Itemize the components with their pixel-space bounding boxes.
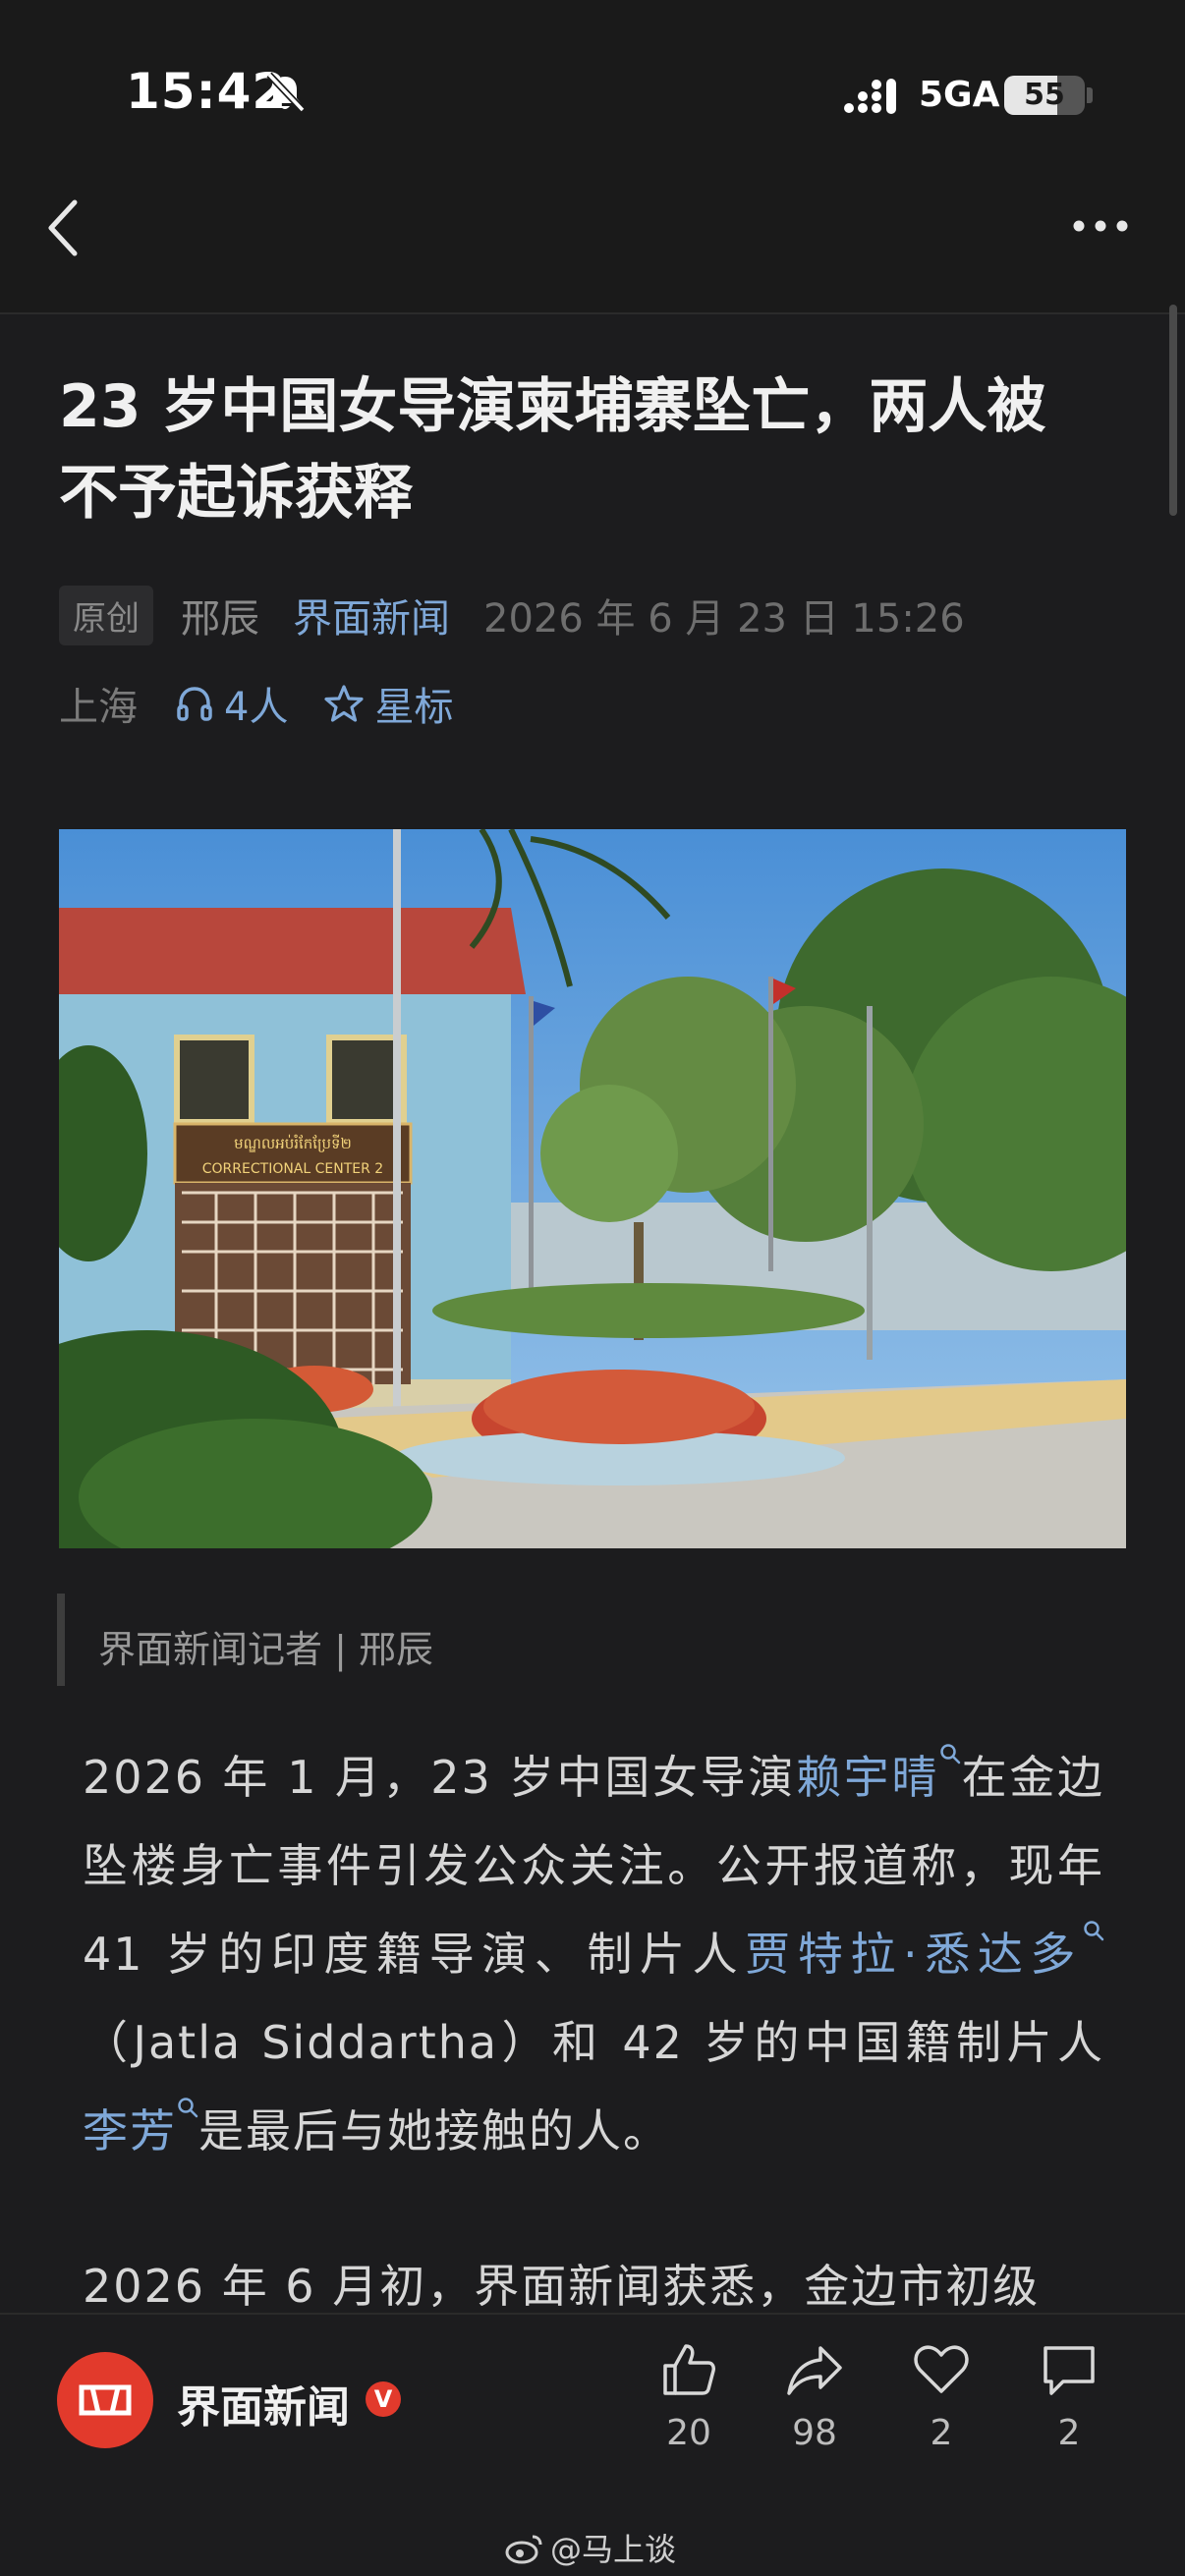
- signal-icon: [844, 79, 896, 114]
- publisher-logo[interactable]: [57, 2352, 153, 2448]
- back-icon[interactable]: [43, 196, 83, 259]
- heart-icon: [914, 2345, 969, 2393]
- battery-tip: [1087, 87, 1093, 103]
- favorite-count: 2: [930, 2413, 953, 2453]
- thumbs-up-icon: [663, 2344, 715, 2395]
- battery-icon: 55: [1004, 76, 1085, 115]
- comment-button[interactable]: 2: [1025, 2340, 1113, 2468]
- source-link[interactable]: 界面新闻: [293, 587, 450, 644]
- paragraph-text: 2026 年 1 月，23 岁中国女导演: [83, 1751, 797, 1804]
- comment-icon: [1044, 2346, 1095, 2395]
- star-icon: [324, 685, 365, 722]
- article-title: 23 岁中国女导演柬埔寨坠亡，两人被不予起诉获释: [59, 372, 1046, 528]
- scrollbar[interactable]: [1169, 305, 1177, 516]
- search-icon[interactable]: [939, 1743, 961, 1764]
- search-icon[interactable]: [177, 2097, 198, 2118]
- comment-count: 2: [1057, 2413, 1081, 2453]
- sign-khmer: មណ្ឌលអប់រំកែប្រែទី២: [234, 1134, 352, 1152]
- entity-link-jatla-siddartha[interactable]: 贾特拉·悉达多: [745, 1928, 1083, 1981]
- publish-date: 2026 年 6 月 23 日 15:26: [483, 596, 965, 642]
- listener-count: 4人: [224, 685, 289, 730]
- headphones-icon: [177, 687, 212, 721]
- verified-badge: V: [366, 2381, 401, 2417]
- author-name[interactable]: 邢辰: [181, 587, 259, 644]
- quote-bar: [57, 1594, 65, 1686]
- watermark-text: @马上谈: [550, 2531, 677, 2568]
- search-icon[interactable]: [1083, 1920, 1104, 1941]
- star-label: 星标: [374, 685, 454, 730]
- favorite-button[interactable]: 2: [897, 2340, 986, 2468]
- original-tag: 原创: [59, 585, 153, 645]
- watermark: @马上谈: [505, 2525, 676, 2570]
- article-photo[interactable]: មណ្ឌលអប់រំកែប្រែទី២ CORRECTIONAL CENTER …: [59, 829, 1126, 1548]
- article-meta: 原创 邢辰 界面新闻 2026 年 6 月 23 日 15:26: [59, 585, 965, 645]
- publisher-logo-icon: [79, 2384, 132, 2416]
- article-meta-secondary: 上海 4人 星标: [59, 674, 453, 733]
- nav-bar: [0, 187, 1185, 314]
- share-icon: [787, 2346, 842, 2395]
- bell-off-icon: [266, 72, 306, 113]
- like-button[interactable]: 20: [645, 2340, 733, 2468]
- star-button[interactable]: 星标: [323, 675, 453, 732]
- weibo-icon: [505, 2535, 542, 2564]
- status-bar: 15:42 5GA 55: [0, 0, 1185, 187]
- share-button[interactable]: 98: [770, 2340, 859, 2468]
- paragraph-text: （Jatla Siddartha）和 42 岁的中国籍制片人: [83, 2016, 1104, 2069]
- sign-english: CORRECTIONAL CENTER 2: [202, 1161, 383, 1177]
- byline: 界面新闻记者 | 邢辰: [98, 1628, 433, 1671]
- entity-link-li-fang[interactable]: 李芳: [83, 2104, 177, 2157]
- share-count: 98: [792, 2413, 837, 2453]
- location: 上海: [59, 685, 138, 730]
- battery-level: 55: [1024, 78, 1065, 112]
- more-icon[interactable]: [1071, 218, 1130, 234]
- publisher-name[interactable]: 界面新闻: [177, 2372, 350, 2435]
- entity-link-lai-yuqing[interactable]: 赖宇晴: [796, 1751, 939, 1804]
- paragraph-1: 2026 年 1 月，23 岁中国女导演赖宇晴 在金边坠楼身亡事件引发公众关注。公…: [83, 1733, 1104, 2175]
- listen-button[interactable]: 4人: [175, 675, 288, 732]
- photo-scene: មណ្ឌលអប់រំកែប្រែទី២ CORRECTIONAL CENTER …: [59, 829, 1126, 1548]
- paragraph-text: 是最后与她接触的人。: [198, 2104, 670, 2157]
- network-label: 5GA: [919, 75, 1000, 115]
- like-count: 20: [666, 2413, 711, 2453]
